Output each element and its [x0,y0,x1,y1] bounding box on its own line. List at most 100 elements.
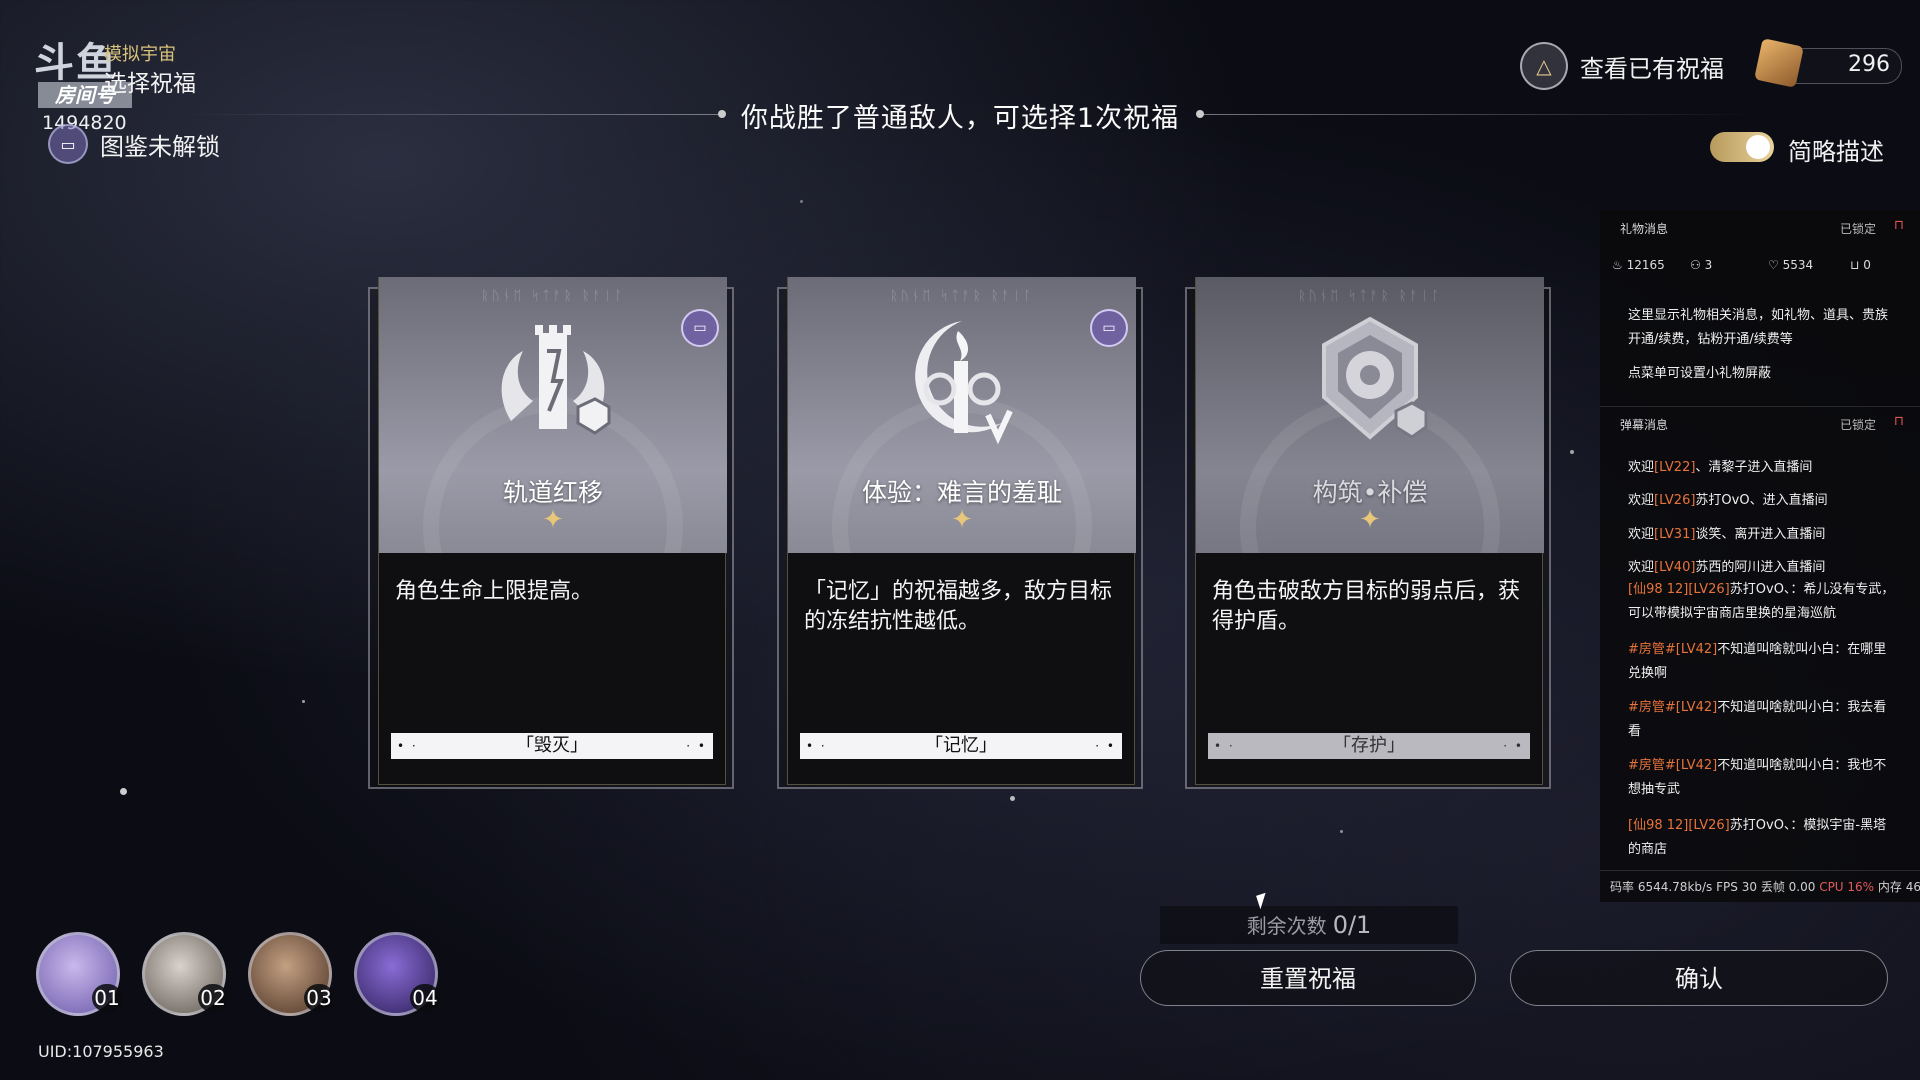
view-blessings-label: 查看已有祝福 [1580,54,1724,83]
welcome-text: 谈笑、离开进入直播间 [1695,527,1826,542]
live-chat-panel: 礼物消息 已锁定 ⊓ ♨ 12165 ⚇ 3 ♡ 5534 ⊔ 0 这里显示礼物… [1600,210,1920,902]
dots-decoration: · • [686,739,707,753]
memory-usage: 内存 46 [1877,880,1920,894]
fps: FPS 30 [1716,880,1757,894]
mode-title: 选择祝福 [104,71,196,97]
header-title: 你战胜了普通敌人，可选择1次祝福 [740,103,1180,134]
card-header: ᚱᚢᚾᛖ ᛋᛏᚨᚱ ᚱᚨᛁᛚ ▭ 体验：难言的羞耻 ✦ [788,277,1136,553]
star [800,200,803,203]
welcome-message: 欢迎[LV31]谈笑、离开进入直播间 [1628,523,1898,547]
stat-baskets: ⊔ 0 [1850,258,1871,272]
blessing-card-3[interactable]: ᚱᚢᚾᛖ ᛋᛏᚨᚱ ᚱᚨᛁᛚ 构筑•补偿 ✦ 角色击破敌方目标的弱点后，获得护盾… [1185,277,1551,789]
user-level: [LV26] [1654,493,1696,508]
codex-badge-icon[interactable]: ▭ [1090,309,1128,347]
stat-viewers: ⚇ 3 [1690,258,1712,272]
stream-stats-footer: 码率 6544.78kb/s FPS 30 丢帧 0.00 CPU 16% 内存… [1610,878,1920,895]
welcome-prefix: 欢迎 [1628,493,1655,508]
welcome-prefix: 欢迎 [1628,460,1655,475]
welcome-message: 欢迎[LV26]苏打OvO、进入直播间 [1628,489,1898,513]
card-name: 体验：难言的羞耻 [861,478,1062,507]
welcome-message: 欢迎[LV40]苏西的阿川进入直播间 [1628,556,1898,580]
card-rune-text: ᚱᚢᚾᛖ ᛋᛏᚨᚱ ᚱᚨᛁᛚ [1298,289,1442,304]
card-rune-text: ᚱᚢᚾᛖ ᛋᛏᚨᚱ ᚱᚨᛁᛚ [890,289,1034,304]
chat-message: #房管#[LV42]不知道叫啥就叫小白：在哪里兑换啊 [1628,638,1898,686]
section-divider [1600,870,1920,871]
mode-label: 模拟宇宙 [104,44,176,65]
bitrate: 码率 6544.78kb/s [1610,880,1713,894]
preservation-emblem-icon [1322,316,1428,440]
book-icon: ▭ [48,124,88,164]
header-dot-left [718,110,726,118]
basket-icon: ⊔ [1850,258,1864,272]
heart-icon: ♡ [1768,258,1783,272]
card-name: 构筑•补偿 [1312,478,1428,507]
codex-text: 图鉴未解锁 [100,132,220,161]
header-divider-left [180,114,724,115]
card-description: 「记忆」的祝福越多，敌方目标的冻结抗性越低。 [804,579,1113,634]
gift-lock-status[interactable]: 已锁定 [1840,220,1876,237]
uid-label: UID:107955963 [38,1042,164,1061]
user-level: [LV31] [1654,527,1696,542]
card-description: 角色击破敌方目标的弱点后，获得护盾。 [1212,579,1521,634]
destruction-emblem-icon [501,325,611,435]
remaining-value: 0/1 [1332,911,1372,939]
currency-value: 296 [1848,52,1890,77]
welcome-text: 苏西的阿川进入直播间 [1695,560,1826,575]
codex-badge-icon[interactable]: ▭ [681,309,719,347]
dots-decoration: • · [806,739,827,753]
reset-blessing-button[interactable]: 重置祝福 [1140,950,1476,1006]
lock-icon[interactable]: ⊓ [1894,414,1904,429]
path-label: 「记忆」 [925,735,997,756]
view-blessings-button[interactable]: △ 查看已有祝福 [1520,42,1724,90]
danmaku-section-title: 弹幕消息 [1620,418,1669,432]
card-body: ᚱᚢᚾᛖ ᛋᛏᚨᚱ ᚱᚨᛁᛚ ▭ 体验：难言的羞耻 ✦ 「记忆」的祝福越多，敌方… [787,277,1136,785]
welcome-prefix: 欢迎 [1628,527,1655,542]
user-level: [LV22] [1654,460,1696,475]
user-level: #房管#[LV42] [1628,642,1718,657]
card-header: ᚱᚢᚾᛖ ᛋᛏᚨᚱ ᚱᚨᛁᛚ ▭ 轨道红移 ✦ [379,277,727,553]
party-slot-number: 04 [410,984,440,1012]
star [120,788,127,795]
remaining-label: 剩余次数 [1246,914,1327,938]
card-body: ᚱᚢᚾᛖ ᛋᛏᚨᚱ ᚱᚨᛁᛚ ▭ 轨道红移 ✦ 角色生命上限提高。 • · 「毁… [378,277,727,785]
dots-decoration: • · [1214,739,1235,753]
stat-value: 5534 [1782,258,1814,272]
rarity-star-icon: ✦ [951,505,973,535]
chat-message: [仙98 12][LV26]苏打OvO、：希儿没有专武，可以带模拟宇宙商店里换的… [1628,578,1898,626]
chat-message: [仙98 12][LV26]苏打OvO、：模拟宇宙-黑塔的商店 [1628,814,1898,862]
dots-decoration: · • [1503,739,1524,753]
blessing-icon: △ [1520,42,1568,90]
blessing-card-2[interactable]: ᚱᚢᚾᛖ ᛋᛏᚨᚱ ᚱᚨᛁᛚ ▭ 体验：难言的羞耻 ✦ 「记忆」的祝福越多，敌方… [777,277,1143,789]
welcome-text: 、清黎子进入直播间 [1695,460,1813,475]
path-tag: • · 「毁灭」 · • [391,733,713,759]
gift-hint-text: 点菜单可设置小礼物屏蔽 [1628,366,1772,381]
path-label: 「毁灭」 [516,735,588,756]
card-rune-text: ᚱᚢᚾᛖ ᛋᛏᚨᚱ ᚱᚨᛁᛚ [481,289,625,304]
rarity-star-icon: ✦ [1359,505,1381,535]
user-level: #房管#[LV42] [1628,700,1718,715]
remembrance-emblem-icon [915,321,1013,445]
chat-message: #房管#[LV42]不知道叫啥就叫小白：我去看看 [1628,696,1898,744]
blessing-card-1[interactable]: ᚱᚢᚾᛖ ᛋᛏᚨᚱ ᚱᚨᛁᛚ ▭ 轨道红移 ✦ 角色生命上限提高。 • · 「毁… [368,277,734,789]
fire-icon: ♨ [1612,258,1627,272]
lock-icon[interactable]: ⊓ [1894,218,1904,233]
user-level: [仙98 12][LV26] [1628,818,1730,833]
dropped-frames: 丢帧 0.00 [1760,880,1816,894]
card-description: 角色生命上限提高。 [395,579,594,604]
card-body: ᚱᚢᚾᛖ ᛋᛏᚨᚱ ᚱᚨᛁᛚ 构筑•补偿 ✦ 角色击破敌方目标的弱点后，获得护盾… [1195,277,1544,785]
gift-section-title: 礼物消息 [1620,222,1669,236]
card-header: ᚱᚢᚾᛖ ᛋᛏᚨᚱ ᚱᚨᛁᛚ 构筑•补偿 ✦ [1196,277,1544,553]
cpu-usage: CPU 16% [1819,880,1875,894]
stat-value: 0 [1863,258,1871,272]
path-tag: • · 「记忆」 · • [800,733,1122,759]
remaining-count: 剩余次数 0/1 [1160,910,1458,939]
user-icon: ⚇ [1690,258,1705,272]
party-slot-number: 01 [92,984,122,1012]
toggle-knob [1746,135,1770,159]
path-tag: • · 「存护」 · • [1208,733,1530,759]
danmaku-lock-status[interactable]: 已锁定 [1840,416,1876,433]
chat-message: #房管#[LV42]不知道叫啥就叫小白：我也不想抽专武 [1628,754,1898,802]
codex-status[interactable]: ▭ 图鉴未解锁 [48,124,220,164]
star [1570,450,1574,454]
confirm-button[interactable]: 确认 [1510,950,1888,1006]
